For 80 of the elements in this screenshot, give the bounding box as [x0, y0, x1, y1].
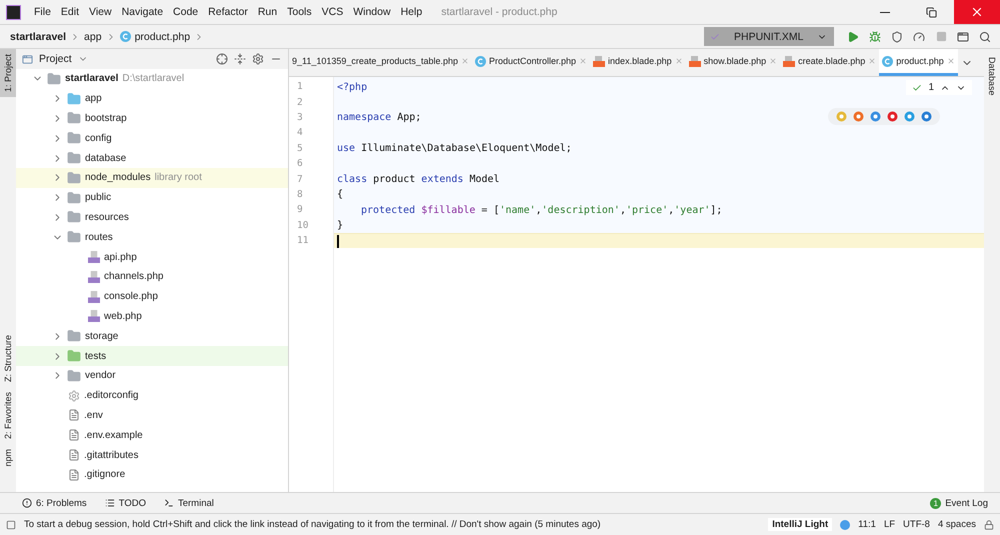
tree-item[interactable]: vendor [16, 366, 288, 386]
caret-position[interactable]: 11:1 [858, 519, 876, 530]
menu-item[interactable]: Run [252, 6, 282, 18]
file-encoding[interactable]: UTF-8 [903, 519, 930, 530]
editor-tab[interactable]: 9_11_101359_create_products_table.php [289, 49, 472, 76]
line-number: 6 [297, 158, 303, 170]
code-line: class product extends Model [337, 174, 500, 186]
tool-window-tab[interactable]: 2: Favorites [0, 387, 16, 444]
code-line: } [337, 220, 344, 232]
line-number: 3 [297, 112, 303, 123]
tree-item[interactable]: .editorconfig [16, 386, 288, 406]
code-line: use Illuminate\Database\Eloquent\Model; [337, 143, 572, 154]
code-line: namespace App; [337, 112, 422, 124]
breadcrumb[interactable]: app [84, 30, 102, 42]
tree-item[interactable]: storage [16, 326, 288, 346]
line-number: 7 [297, 174, 303, 185]
menu-item[interactable]: Help [396, 6, 428, 18]
line-separator[interactable]: LF [884, 519, 896, 530]
window-title: startlaravel - product.php [441, 6, 558, 18]
tree-item[interactable]: .env.example [16, 425, 288, 446]
panel-title[interactable]: Project [39, 53, 72, 65]
menu-item[interactable]: View [84, 6, 117, 18]
tree-item[interactable]: .env [16, 406, 288, 426]
editor-tab[interactable]: create.blade.php [780, 49, 880, 76]
menu-item[interactable]: File [29, 6, 56, 18]
tool-window-tab[interactable]: Database [987, 52, 997, 101]
line-number: 1 [297, 81, 303, 92]
tree-item[interactable]: api.php [16, 247, 288, 267]
line-number: 11 [297, 235, 308, 246]
tree-item[interactable]: web.php [16, 306, 288, 326]
line-number: 9 [297, 204, 303, 216]
tree-hint: D:\startlaravel [122, 73, 184, 84]
tool-window-button[interactable]: Terminal [164, 498, 214, 508]
code-line: <?php [337, 82, 368, 93]
line-number: 4 [297, 127, 303, 138]
line-number: 5 [297, 142, 303, 154]
breadcrumb[interactable]: startlaravel [10, 30, 66, 42]
tree-hint: library root [154, 172, 202, 184]
editor-tab[interactable]: show.blade.php [686, 49, 780, 76]
menu-item[interactable]: VCS [316, 6, 348, 18]
tree-item[interactable]: resources [16, 208, 288, 228]
tree-item[interactable]: routes [16, 227, 288, 248]
menu-item[interactable]: Navigate [116, 6, 168, 18]
tool-window-tab[interactable]: Z: Structure [0, 330, 16, 388]
menu-item[interactable]: Tools [282, 6, 317, 18]
tree-item[interactable]: tests [16, 346, 288, 366]
tree-item[interactable]: config [16, 128, 288, 148]
tool-window-tab[interactable]: 1: Project [0, 49, 16, 98]
line-number: 10 [297, 220, 308, 231]
tree-item[interactable]: public [16, 188, 288, 208]
tree-item[interactable]: app [16, 88, 288, 109]
code-line: protected $fillable = ['name','description','price','year']; [361, 204, 722, 216]
tree-item[interactable]: startlaravel D:\startlaravel [16, 69, 288, 89]
tool-window-button[interactable]: TODO [104, 498, 146, 508]
tree-item[interactable]: node_modules library root [16, 168, 288, 188]
run-config-dropdown[interactable]: PHPUNIT.XML [704, 27, 834, 46]
tool-window-tab[interactable]: npm [0, 444, 16, 472]
tree-item[interactable]: bootstrap [16, 108, 288, 128]
status-message: To start a debug session, hold Ctrl+Shift and click the link instead of navigating to it from the terminal. // Don't show again (5 minutes ago) [24, 519, 602, 530]
editor-tab[interactable]: product.php [879, 49, 958, 76]
editor-tab[interactable]: index.blade.php [590, 49, 686, 76]
event-log-button[interactable]: 1 Event Log [930, 498, 988, 508]
code-line: { [337, 189, 344, 200]
menu-item[interactable]: Window [348, 6, 396, 18]
tree-item[interactable]: database [16, 148, 288, 168]
inspection-widget[interactable]: 1 [906, 80, 972, 95]
tree-item[interactable]: channels.php [16, 266, 288, 287]
tree-item[interactable]: .gitattributes [16, 445, 288, 465]
tree-item[interactable]: console.php [16, 286, 288, 307]
indent-setting[interactable]: 4 spaces [938, 519, 976, 530]
breadcrumb[interactable]: product.php [134, 30, 190, 42]
theme-indicator[interactable]: IntelliJ Light [768, 518, 832, 531]
tree-item[interactable]: .gitignore [16, 464, 288, 485]
line-number: 2 [297, 96, 303, 108]
menu-item[interactable]: Refactor [203, 6, 253, 18]
menu-item[interactable]: Code [168, 6, 204, 18]
editor-tab[interactable]: ProductController.php [472, 49, 590, 76]
menu-item[interactable]: Edit [56, 6, 84, 18]
tool-window-button[interactable]: 6: Problems [22, 498, 87, 508]
line-number: 8 [297, 188, 303, 200]
